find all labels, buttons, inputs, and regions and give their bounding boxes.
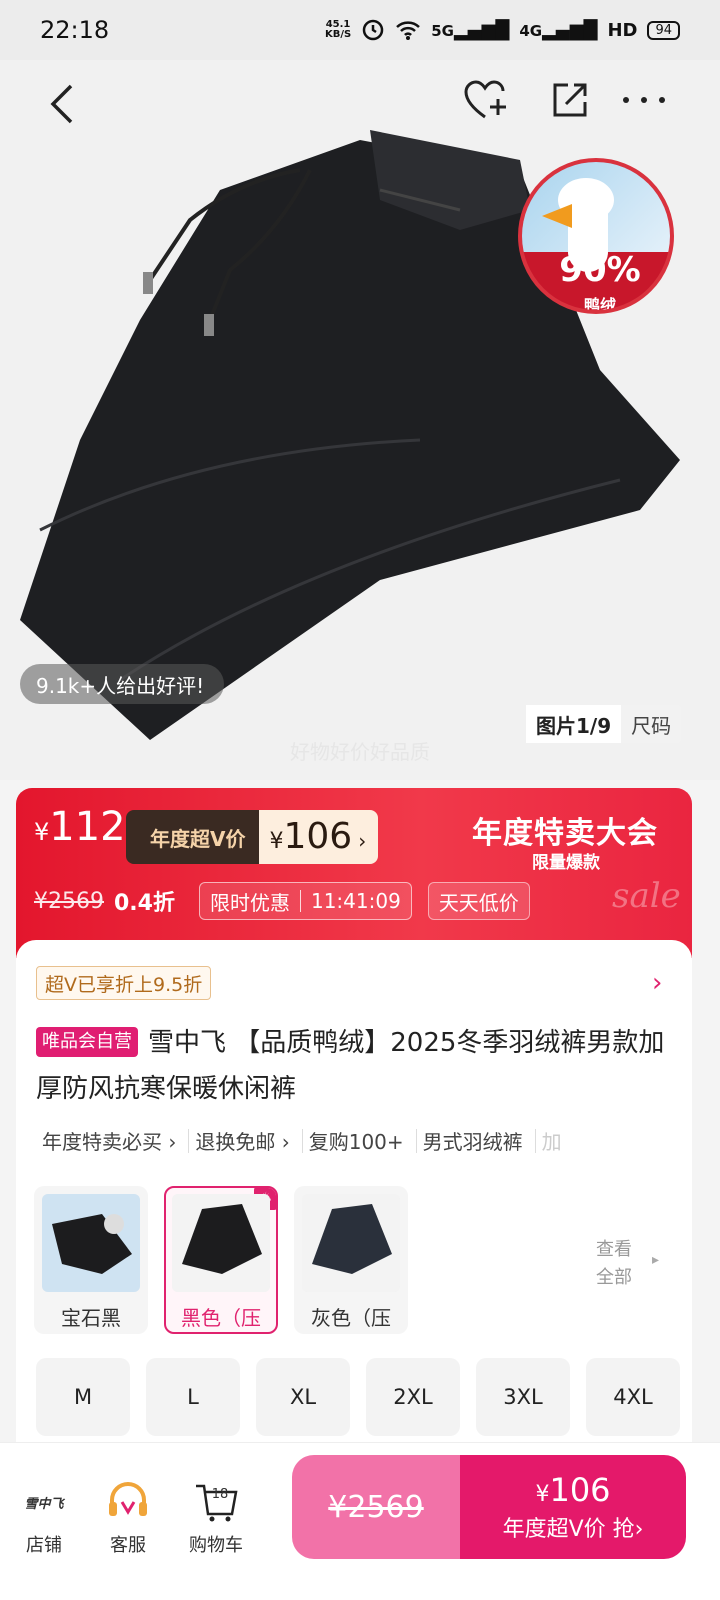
vip-discount-chip[interactable]: 超V已享折上9.5折	[36, 966, 212, 1000]
buy-original-price-button[interactable]: ¥2569	[292, 1455, 460, 1559]
color-option[interactable]: 宝石黑	[34, 1186, 148, 1334]
vip-price-label: 年度超V价	[126, 810, 260, 864]
buy-vip-cta: 年度超V价 抢›	[502, 1517, 644, 1542]
tag-free-return[interactable]: 退换免邮 ›	[189, 1126, 301, 1155]
tag-category[interactable]: 男式羽绒裤	[417, 1126, 535, 1155]
bottom-action-bar: 雪中飞 店铺 客服 18 购物车 ¥2569 ¥ 106 年度超V价 抢›	[0, 1442, 720, 1600]
color-option[interactable]: 灰色（压	[294, 1186, 408, 1334]
size-option-4xl[interactable]: 4XL	[586, 1358, 680, 1436]
event-subtitle: 限量爆款	[532, 853, 600, 873]
wifi-icon	[396, 21, 421, 40]
buy-area: ¥2569 ¥ 106 年度超V价 抢›	[292, 1455, 686, 1559]
shop-button[interactable]: 雪中飞 店铺	[4, 1481, 84, 1557]
customer-service-button[interactable]: 客服	[88, 1481, 168, 1557]
status-icons: 45.1 KB/S 5G▂▄▆█ 4G▂▄▆█ HD 94	[325, 18, 680, 42]
chevron-right-icon[interactable]: ›	[652, 968, 662, 998]
color-label: 黑色（压	[181, 1306, 261, 1330]
heart-plus-icon	[464, 80, 506, 119]
discount-rate: 0.4折	[114, 891, 175, 916]
watermark-text: 好物好价好品质	[290, 740, 430, 764]
chevron-right-icon: ▸	[652, 1252, 660, 1268]
size-option-3xl[interactable]: 3XL	[476, 1358, 570, 1436]
price-banner: ¥ 112 年度超V价 ¥ 106 › 年度特卖大会 限量爆款 sale ¥25…	[16, 788, 692, 958]
flash-sale-box: 限时优惠 11:41:09	[198, 882, 412, 920]
tag-more[interactable]: 加	[536, 1126, 574, 1155]
size-option-xl[interactable]: XL	[256, 1358, 350, 1436]
alarm-icon	[362, 19, 384, 41]
current-price: ¥ 112	[34, 804, 126, 850]
review-count-pill[interactable]: 9.1k+人给出好评!	[20, 664, 225, 704]
more-dots-icon	[623, 97, 665, 103]
tags-row: 年度特卖必买 › 退换免邮 › 复购100+ 男式羽绒裤 加	[36, 1126, 696, 1155]
product-title: 唯品会自营 雪中飞 【品质鸭绒】2025冬季羽绒裤男款加厚防风抗寒保暖休闲裤	[36, 1020, 666, 1112]
view-all-colors[interactable]: 查看全部	[596, 1236, 640, 1292]
countdown-timer: 11:41:09	[310, 889, 401, 913]
color-option-selected[interactable]: ♨ 黑色（压	[164, 1186, 278, 1334]
buy-vip-price: ¥ 106	[535, 1471, 611, 1509]
signal-5g: 5G▂▄▆█	[431, 19, 510, 41]
back-button[interactable]	[38, 80, 86, 128]
sale-script: sale	[612, 876, 681, 916]
product-info-card: 超V已享折上9.5折 › 唯品会自营 雪中飞 【品质鸭绒】2025冬季羽绒裤男款加…	[16, 940, 692, 1452]
color-label: 灰色（压	[311, 1306, 391, 1330]
add-favorite-button[interactable]	[462, 76, 510, 124]
status-time: 22:18	[40, 16, 110, 44]
duck-down-badge: 90% 鸭绒	[518, 158, 674, 314]
color-thumbnail	[42, 1194, 140, 1292]
battery-indicator: 94	[647, 20, 680, 40]
down-percent: 90%	[559, 250, 641, 290]
share-icon	[553, 83, 587, 117]
color-label: 宝石黑	[61, 1306, 121, 1330]
buy-vip-button[interactable]: ¥ 106 年度超V价 抢›	[460, 1455, 686, 1559]
chevron-right-icon: ›	[358, 829, 367, 853]
color-thumbnail	[302, 1194, 400, 1292]
tag-annual-sale[interactable]: 年度特卖必买 ›	[36, 1126, 188, 1155]
product-image-gallery[interactable]: 90% 鸭绒 9.1k+人给出好评! 图片1/9 尺码 好物好价好品质	[0, 60, 720, 780]
size-option-m[interactable]: M	[36, 1358, 130, 1436]
size-option-2xl[interactable]: 2XL	[366, 1358, 460, 1436]
tag-repurchase: 复购100+	[308, 1130, 404, 1154]
flash-sale-label: 限时优惠	[209, 890, 290, 915]
vip-price-value: ¥ 106 ›	[259, 810, 379, 864]
event-title: 年度特卖大会	[472, 816, 658, 851]
signal-4g: 4G▂▄▆█	[519, 19, 598, 41]
service-label: 客服	[110, 1535, 146, 1556]
net-speed: 45.1 KB/S	[324, 19, 352, 40]
goose-icon	[542, 204, 572, 228]
daily-low-price-tag: 天天低价	[427, 882, 530, 920]
shop-logo: 雪中飞	[24, 1496, 64, 1512]
store-tag: 唯品会自营	[36, 1027, 138, 1057]
more-button[interactable]	[620, 76, 668, 124]
cart-button[interactable]: 18 购物车	[176, 1481, 256, 1557]
original-price-row: ¥2569 0.4折 限时优惠 11:41:09 天天低价	[34, 882, 530, 920]
share-button[interactable]	[546, 76, 594, 124]
cart-icon: 18	[176, 1481, 256, 1523]
original-price: ¥2569	[34, 888, 104, 914]
cart-count: 18	[211, 1487, 229, 1502]
cart-label: 购物车	[189, 1535, 243, 1556]
status-bar: 22:18 45.1 KB/S 5G▂▄▆█ 4G▂▄▆█ HD 94	[0, 0, 720, 60]
color-options: 宝石黑 ♨ 黑色（压 灰色（压	[34, 1186, 408, 1334]
headset-icon	[88, 1481, 168, 1523]
chevron-left-icon	[50, 84, 73, 124]
vip-price-button[interactable]: 年度超V价 ¥ 106 ›	[126, 810, 379, 864]
size-options: M L XL 2XL 3XL 4XL	[36, 1358, 680, 1436]
hd-indicator: HD	[607, 19, 638, 41]
color-thumbnail	[172, 1194, 270, 1292]
shop-label: 店铺	[26, 1535, 62, 1556]
size-option-l[interactable]: L	[146, 1358, 240, 1436]
